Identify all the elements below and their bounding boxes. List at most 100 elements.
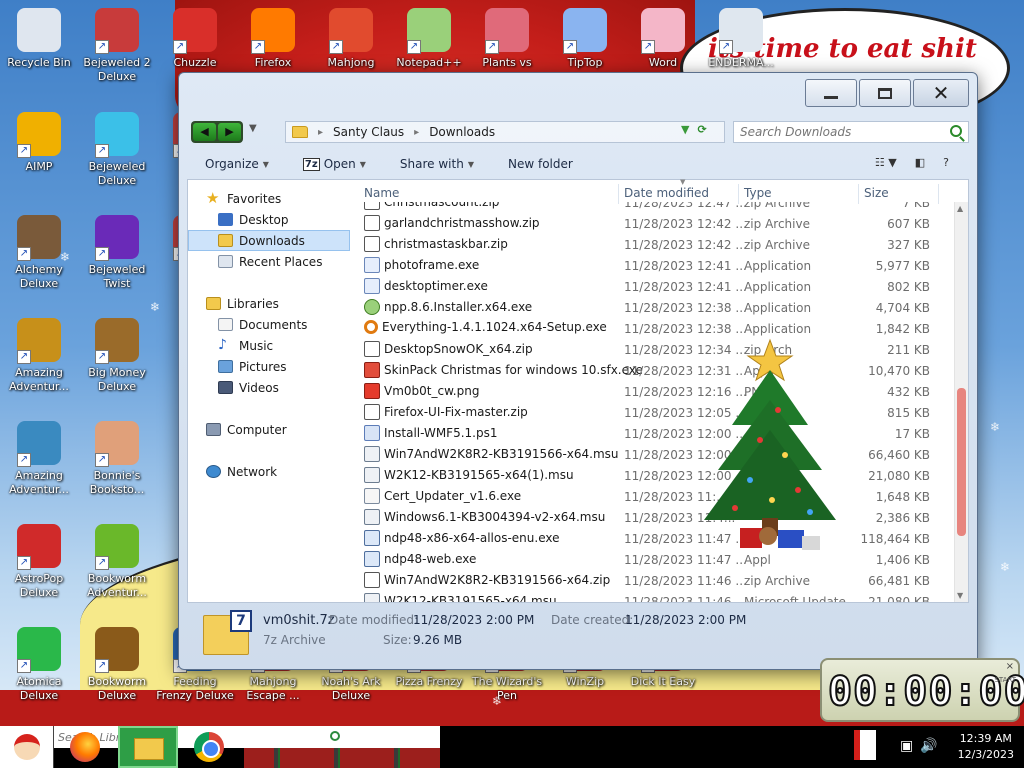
nav-documents[interactable]: Documents (188, 314, 350, 335)
column-date-modified[interactable]: Date modified (624, 186, 709, 200)
desktop-shortcut[interactable]: ↗ Bookworm Adventur... (78, 524, 156, 600)
file-row[interactable]: W2K12-KB3191565-x64.msu 11/28/2023 11:46 … (360, 591, 952, 602)
refresh-icon[interactable]: ⟳ (697, 123, 706, 136)
desktop-shortcut[interactable]: ↗ Amazing Adventur... (0, 318, 78, 394)
desktop-shortcut[interactable]: ↗ AIMP (0, 112, 78, 174)
nav-desktop[interactable]: Desktop (188, 209, 350, 230)
recent-pages-dropdown-icon[interactable]: ▼ (249, 123, 257, 134)
desktop-shortcut[interactable]: ↗ Bonnie's Booksto... (78, 421, 156, 497)
gadget-start-button[interactable]: START (994, 676, 1016, 685)
breadcrumb-santy-claus[interactable]: Santy Claus (333, 125, 404, 139)
file-row[interactable]: garlandchristmasshow.zip 11/28/2023 12:42… (360, 213, 952, 234)
desktop-shortcut[interactable]: ↗ Alchemy Deluxe (0, 215, 78, 291)
nav-music[interactable]: ♪ Music (188, 335, 350, 356)
search-box[interactable] (733, 121, 969, 143)
file-row[interactable]: ndp48-web.exe 11/28/2023 11:47 ... Appl 1,4… (360, 549, 952, 570)
file-row[interactable]: Firefox-UI-Fix-master.zip 11/28/2023 12:0… (360, 402, 952, 423)
address-bar[interactable]: ▸ Santy Claus ▸ Downloads (285, 121, 725, 143)
desktop-shortcut[interactable]: ↗ Bejeweled 2 Deluxe (78, 8, 156, 84)
nav-computer[interactable]: Computer (188, 419, 350, 440)
volume-icon[interactable]: 🔊 (920, 738, 937, 754)
taskbar-chrome[interactable] (180, 726, 240, 768)
file-row[interactable]: ndp48-x86-x64-allos-enu.exe 11/28/2023 11… (360, 528, 952, 549)
nav-libraries[interactable]: Libraries (188, 293, 350, 314)
vertical-scrollbar[interactable]: ▲ ▼ (954, 202, 968, 602)
help-icon[interactable]: ? (943, 156, 949, 169)
desktop-shortcut[interactable]: Recycle Bin (0, 8, 78, 70)
desktop-shortcut[interactable]: ↗ Chuzzle (156, 8, 234, 70)
file-row[interactable]: SkinPack Christmas for windows 10.sfx.ex… (360, 360, 952, 381)
file-row[interactable]: W2K12-KB3191565-x64(1).msu 11/28/2023 12:… (360, 465, 952, 486)
desktop-shortcut[interactable]: ↗ Notepad++ (390, 8, 468, 70)
file-row[interactable]: DesktopSnowOK_x64.zip 11/28/2023 12:34 ..… (360, 339, 952, 360)
nav-downloads[interactable]: Downloads (188, 230, 350, 251)
search-icon[interactable] (330, 731, 340, 741)
column-size[interactable]: Size (864, 186, 889, 200)
desktop-shortcut[interactable]: ↗ AstroPop Deluxe (0, 524, 78, 600)
nav-recent-places[interactable]: Recent Places (188, 251, 350, 272)
desktop-shortcut[interactable]: ↗ Word (624, 8, 702, 70)
file-row[interactable]: Christmascount.zip 11/28/2023 12:47 ... zi… (360, 202, 952, 213)
column-divider[interactable] (858, 184, 859, 204)
file-row[interactable]: desktoptimer.exe 11/28/2023 12:41 ... Appl… (360, 276, 952, 297)
desktop-shortcut[interactable]: ↗ Big Money Deluxe (78, 318, 156, 394)
scroll-down-icon[interactable]: ▼ (957, 591, 963, 600)
file-row[interactable]: Win7AndW2K8R2-KB3191566-x64.msu 11/28/202… (360, 444, 952, 465)
network-tray-icon[interactable]: ▣ (900, 738, 913, 754)
share-with-button[interactable]: Share with ▼ (400, 157, 474, 171)
taskbar-firefox[interactable] (56, 726, 116, 768)
file-row[interactable]: Win7AndW2K8R2-KB3191566-x64.zip 11/28/202… (360, 570, 952, 591)
desktop-shortcut[interactable]: ↗ TipTop (546, 8, 624, 70)
taskbar-explorer[interactable] (118, 726, 178, 768)
desktop-shortcut[interactable]: ↗ Bejeweled Twist (78, 215, 156, 291)
file-row[interactable]: Install-WMF5.1.ps1 11/28/2023 12:00 ... 17… (360, 423, 952, 444)
breadcrumb-separator-icon[interactable]: ▸ (414, 127, 419, 138)
file-row[interactable]: npp.8.6.Installer.x64.exe 11/28/2023 12:3… (360, 297, 952, 318)
column-type[interactable]: Type (744, 186, 772, 200)
maximize-button[interactable] (859, 79, 911, 107)
system-clock[interactable]: 12:39 AM 12/3/2023 (958, 731, 1014, 763)
organize-button[interactable]: Organize ▼ (205, 157, 269, 171)
nav-favorites[interactable]: ★ Favorites (188, 188, 350, 209)
file-row[interactable]: Vm0b0t_cw.png11/28/2023 12:16 ...PNG432 … (360, 381, 952, 402)
start-button[interactable] (0, 726, 54, 768)
preview-pane-icon[interactable]: ◧ (915, 156, 925, 169)
open-button[interactable]: 7z Open ▼ (302, 157, 366, 171)
desktop-shortcut[interactable]: ↗ Bookworm Deluxe (78, 627, 156, 703)
address-dropdown-icon[interactable]: ▼ (681, 123, 689, 136)
breadcrumb-separator-icon[interactable]: ▸ (318, 127, 323, 138)
file-row[interactable]: Windows6.1-KB3004394-v2-x64.msu 11/28/202… (360, 507, 952, 528)
breadcrumb-downloads[interactable]: Downloads (429, 125, 495, 139)
scrollbar-thumb[interactable] (957, 388, 966, 536)
desktop-shortcut[interactable]: ↗ Plants vs (468, 8, 546, 70)
column-divider[interactable] (618, 184, 619, 204)
action-center-flag-icon[interactable] (854, 730, 876, 760)
desktop-shortcut[interactable]: ↗ Mahjong (312, 8, 390, 70)
desktop-shortcut[interactable]: ↗ Bejeweled Deluxe (78, 112, 156, 188)
desktop-shortcut[interactable]: ↗ Atomica Deluxe (0, 627, 78, 703)
close-button[interactable]: ✕ (913, 79, 969, 107)
explorer-window[interactable]: ✕ ◀ ▶ ▼ ▸ Santy Claus ▸ Downloads ▼ ⟳ Or… (178, 72, 978, 670)
nav-videos[interactable]: Videos (188, 377, 350, 398)
new-folder-button[interactable]: New folder (508, 157, 573, 171)
desktop-shortcut[interactable]: ↗ ENDERMA... (702, 8, 780, 70)
gadget-close-icon[interactable]: × (1006, 661, 1014, 672)
nav-pictures[interactable]: Pictures (188, 356, 350, 377)
nav-network[interactable]: Network (188, 461, 350, 482)
desktop-shortcut[interactable]: ↗ Amazing Adventur... (0, 421, 78, 497)
column-divider[interactable] (738, 184, 739, 204)
desktop-shortcut[interactable]: ↗ Firefox (234, 8, 312, 70)
forward-button[interactable]: ▶ (218, 123, 241, 141)
column-divider[interactable] (938, 184, 939, 204)
file-row[interactable]: photoframe.exe 11/28/2023 12:41 ... Applic… (360, 255, 952, 276)
minimize-button[interactable] (805, 79, 857, 107)
file-row[interactable]: Cert_Updater_v1.6.exe 11/28/2023 11:... 1,… (360, 486, 952, 507)
view-options-icon[interactable]: ☷ ▼ (875, 156, 897, 169)
search-icon[interactable] (950, 125, 962, 137)
search-input[interactable] (740, 125, 940, 139)
scroll-up-icon[interactable]: ▲ (957, 204, 963, 213)
back-button[interactable]: ◀ (193, 123, 216, 141)
file-row[interactable]: christmastaskbar.zip 11/28/2023 12:42 ...… (360, 234, 952, 255)
timer-gadget[interactable]: 00:00:00 × START (820, 658, 1024, 722)
file-row[interactable]: Everything-1.4.1.1024.x64-Setup.exe 11/28… (360, 318, 952, 339)
